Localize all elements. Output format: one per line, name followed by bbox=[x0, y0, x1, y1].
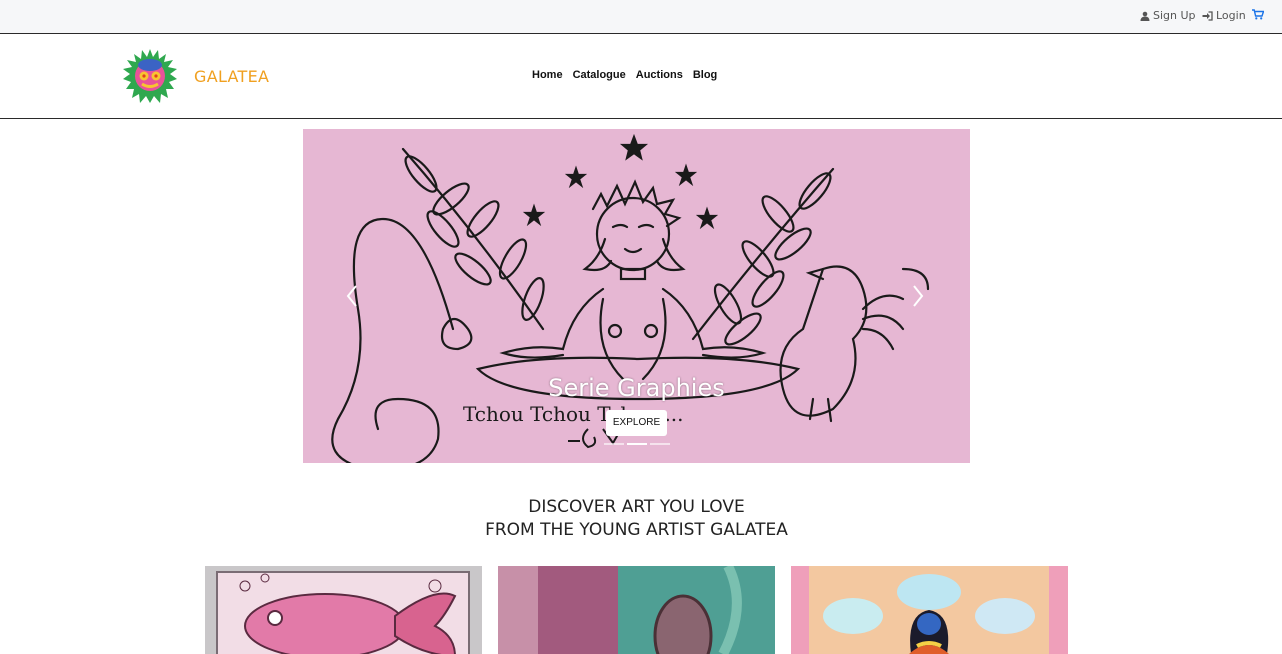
top-utility-bar: Sign Up Login bbox=[0, 0, 1282, 34]
carousel-caption: Serie Graphies bbox=[548, 374, 725, 402]
headline-line-2: FROM THE YOUNG ARTIST GALATEA bbox=[485, 520, 788, 540]
chevron-left-icon[interactable] bbox=[344, 283, 360, 309]
mirror-artwork-image bbox=[498, 566, 775, 654]
cart-button[interactable] bbox=[1252, 9, 1264, 20]
artwork-card-mirror[interactable] bbox=[498, 566, 775, 654]
login-link[interactable]: Login bbox=[1202, 9, 1246, 22]
user-icon bbox=[1140, 11, 1150, 21]
carousel-indicator-2[interactable] bbox=[627, 443, 647, 445]
nav-home[interactable]: Home bbox=[532, 69, 563, 81]
explore-button[interactable]: EXPLORE bbox=[606, 410, 667, 436]
section-headline: DISCOVER ART YOU LOVE FROM THE YOUNG ART… bbox=[303, 496, 970, 542]
nav-catalogue[interactable]: Catalogue bbox=[573, 69, 626, 81]
carousel-indicators bbox=[604, 443, 670, 445]
galatea-logo[interactable] bbox=[122, 48, 178, 104]
brand-name[interactable]: GALATEA bbox=[194, 67, 269, 86]
login-label: Login bbox=[1216, 9, 1246, 22]
sign-in-icon bbox=[1202, 10, 1213, 21]
fish-artwork-image bbox=[205, 566, 482, 654]
signup-link[interactable]: Sign Up bbox=[1140, 9, 1196, 22]
headline-line-1: DISCOVER ART YOU LOVE bbox=[528, 497, 745, 517]
main-nav: Home Catalogue Auctions Blog bbox=[532, 69, 717, 81]
meditation-artwork-image bbox=[791, 566, 1068, 654]
signup-label: Sign Up bbox=[1153, 9, 1196, 22]
carousel-indicator-1[interactable] bbox=[604, 443, 624, 445]
nav-blog[interactable]: Blog bbox=[693, 69, 717, 81]
artwork-card-fish[interactable] bbox=[205, 566, 482, 654]
site-header: GALATEA Home Catalogue Auctions Blog bbox=[0, 34, 1282, 119]
nav-auctions[interactable]: Auctions bbox=[636, 69, 683, 81]
artwork-card-meditation[interactable] bbox=[791, 566, 1068, 654]
cart-icon bbox=[1252, 9, 1264, 20]
carousel-indicator-3[interactable] bbox=[650, 443, 670, 445]
chevron-right-icon[interactable] bbox=[910, 283, 926, 309]
